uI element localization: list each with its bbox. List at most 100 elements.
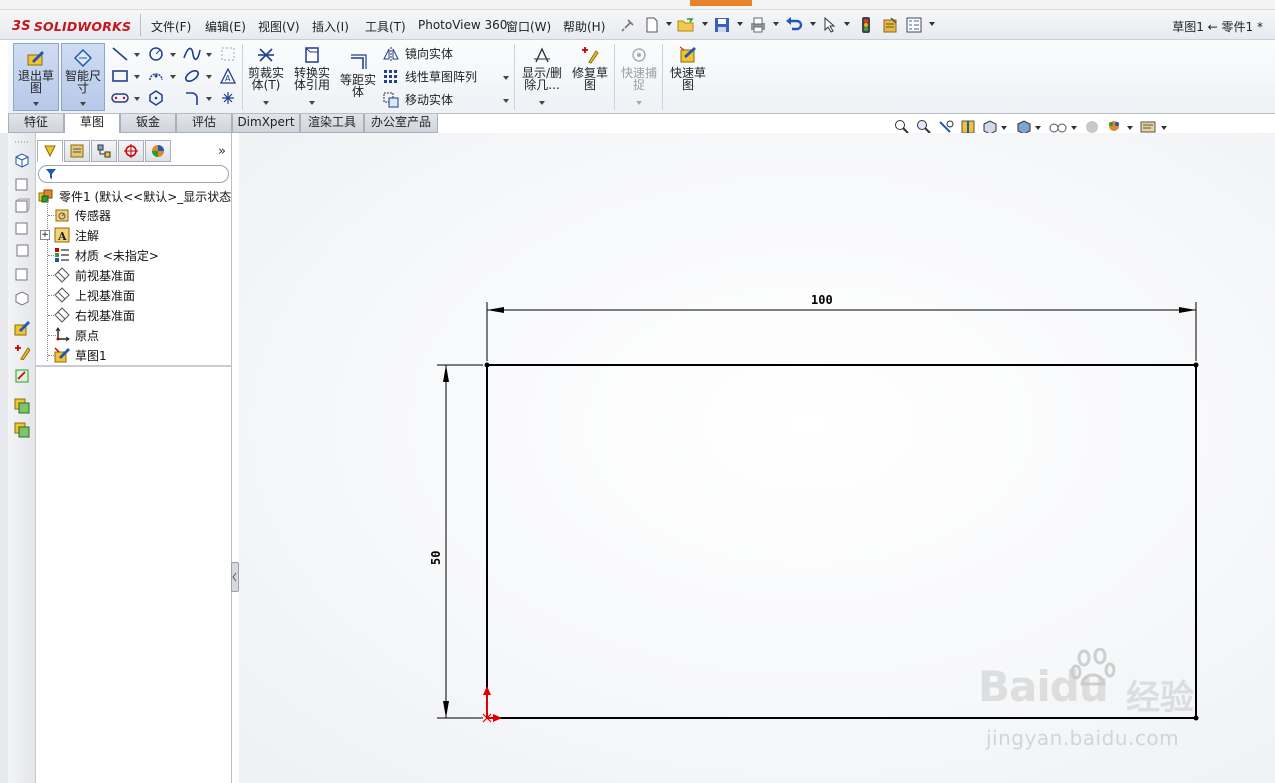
exit-sketch-button[interactable]: 退出草图 xyxy=(13,43,59,111)
traffic-light-icon[interactable] xyxy=(856,15,876,35)
tab-sheet-metal[interactable]: 钣金 xyxy=(120,114,176,133)
file-properties-icon[interactable] xyxy=(880,15,900,35)
sketch-rectangle[interactable] xyxy=(484,362,1199,721)
tab-office-products[interactable]: 办公室产品 xyxy=(364,114,438,133)
new-document-icon[interactable] xyxy=(642,15,662,35)
rapid-sketch-button[interactable]: 快速草图 xyxy=(666,45,710,91)
right-view-icon[interactable] xyxy=(12,219,32,237)
tree-item-front-plane[interactable]: 前视基准面 xyxy=(54,266,135,284)
move-entities-button[interactable]: 移动实体 xyxy=(382,91,453,108)
grip-handle[interactable] xyxy=(12,139,32,145)
tab-render-tools[interactable]: 渲染工具 xyxy=(300,114,364,133)
offset-entities-button[interactable]: 等距实体 xyxy=(337,52,379,98)
tab-dimxpert[interactable]: DimXpert xyxy=(232,114,300,133)
construction-box-icon[interactable] xyxy=(218,44,238,64)
expand-tabs-icon[interactable]: » xyxy=(218,144,226,159)
pin-icon[interactable] xyxy=(618,15,638,35)
menu-view[interactable]: 视图(V) xyxy=(258,18,300,35)
point-icon[interactable] xyxy=(218,88,238,108)
text-icon[interactable]: A xyxy=(218,66,238,86)
tree-item-sensors[interactable]: 传感器 xyxy=(54,206,111,224)
spline-icon[interactable] xyxy=(182,44,202,64)
line-icon[interactable] xyxy=(110,44,130,64)
sketch-canvas[interactable] xyxy=(239,133,1275,783)
display-delete-label: 显示/删除几... xyxy=(521,66,563,92)
panel-splitter-handle[interactable] xyxy=(231,562,239,592)
tree-item-material[interactable]: 材质 <未指定> xyxy=(54,246,159,264)
sketch-point[interactable] xyxy=(1193,715,1199,721)
front-view-icon[interactable] xyxy=(12,175,32,193)
smart-dimension-button[interactable]: 智能尺寸 xyxy=(61,43,105,111)
quick-snaps-button[interactable]: 快速捕捉 xyxy=(618,45,660,91)
offset-label: 等距实体 xyxy=(339,73,376,99)
tree-item-top-plane[interactable]: 上视基准面 xyxy=(54,286,135,304)
layer-tool-2-icon[interactable] xyxy=(12,421,32,439)
dimension-value-vertical[interactable]: 50 xyxy=(429,551,443,565)
repair-tool-icon[interactable] xyxy=(12,343,32,361)
mirror-entities-button[interactable]: 镜向实体 xyxy=(382,45,453,62)
open-folder-icon[interactable] xyxy=(676,15,696,35)
bottom-view-icon[interactable] xyxy=(12,265,32,283)
print-icon[interactable] xyxy=(748,15,768,35)
menu-window[interactable]: 窗口(W) xyxy=(506,18,551,35)
menu-insert[interactable]: 插入(I) xyxy=(312,18,349,35)
display-delete-relations-button[interactable]: 显示/删除几... xyxy=(519,45,565,91)
tree-item-right-plane[interactable]: 右视基准面 xyxy=(54,306,135,324)
tab-sketch[interactable]: 草图 xyxy=(64,114,120,133)
tree-item-origin[interactable]: 原点 xyxy=(54,326,99,344)
tree-item-label: 原点 xyxy=(75,328,100,343)
layer-tool-icon[interactable] xyxy=(12,397,32,415)
menu-file[interactable]: 文件(F) xyxy=(151,18,191,35)
arc-icon[interactable] xyxy=(146,66,166,86)
tree-root-part[interactable]: 零件1 (默认<<默认>_显示状态 xyxy=(38,187,231,205)
menu-bar: 3S SOLIDWORKS 文件(F) 编辑(E) 视图(V) 插入(I) 工具… xyxy=(0,10,1275,40)
relations-tool-icon[interactable] xyxy=(12,367,32,385)
menu-photoview[interactable]: PhotoView 360 xyxy=(418,18,507,32)
tab-evaluate[interactable]: 评估 xyxy=(176,114,232,133)
dimxpertmanager-tab-icon[interactable] xyxy=(118,140,144,162)
document-title: 草图1 ← 零件1 * xyxy=(1172,20,1263,34)
solidworks-logo[interactable]: 3S SOLIDWORKS xyxy=(12,17,131,35)
trim-icon xyxy=(255,45,277,65)
horizontal-dimension[interactable] xyxy=(486,302,1197,361)
rectangle-icon[interactable] xyxy=(110,66,130,86)
propertymanager-tab-icon[interactable] xyxy=(64,140,90,162)
vertical-dimension[interactable] xyxy=(437,364,483,719)
sketch-point[interactable] xyxy=(1193,362,1199,368)
menu-help[interactable]: 帮助(H) xyxy=(563,18,605,35)
expand-toggle-icon[interactable]: + xyxy=(40,230,50,240)
menu-tools[interactable]: 工具(T) xyxy=(365,18,406,35)
tab-features[interactable]: 特征 xyxy=(8,114,64,133)
sketch-point[interactable] xyxy=(484,362,490,368)
repair-sketch-button[interactable]: 修复草图 xyxy=(568,45,612,91)
left-view-icon[interactable] xyxy=(12,241,32,259)
options-icon[interactable] xyxy=(904,15,924,35)
slot-icon[interactable] xyxy=(110,88,130,108)
tree-item-sketch1[interactable]: 草图1 xyxy=(54,346,107,364)
select-arrow-icon[interactable] xyxy=(820,15,840,35)
save-icon[interactable] xyxy=(712,15,732,35)
displaymanager-tab-icon[interactable] xyxy=(145,140,171,162)
featuremanager-tab-icon[interactable] xyxy=(37,140,63,162)
menu-edit[interactable]: 编辑(E) xyxy=(205,18,246,35)
graphics-area[interactable]: 100 50 xyxy=(239,133,1275,783)
undo-icon[interactable] xyxy=(784,15,804,35)
configurationmanager-tab-icon[interactable] xyxy=(91,140,117,162)
fillet-icon[interactable] xyxy=(182,88,202,108)
convert-entities-button[interactable]: 转换实体引用 xyxy=(290,45,334,91)
trim-entities-button[interactable]: 剪裁实体(T) xyxy=(245,45,287,91)
sketch-origin-icon[interactable] xyxy=(482,686,502,723)
tree-item-annotations[interactable]: + A 注解 xyxy=(40,226,99,244)
ds-logo-icon: 3S xyxy=(12,18,31,34)
dimension-value-horizontal[interactable]: 100 xyxy=(811,293,833,307)
circle-icon[interactable] xyxy=(146,44,166,64)
sketch-tool-icon[interactable] xyxy=(12,319,32,337)
polygon-icon[interactable] xyxy=(146,88,166,108)
ellipse-icon[interactable] xyxy=(182,66,202,86)
top-view-icon[interactable] xyxy=(12,197,32,215)
tree-filter-input[interactable] xyxy=(38,165,229,183)
rapid-sketch-icon xyxy=(677,45,699,65)
isometric-view-icon[interactable] xyxy=(12,151,32,169)
back-view-icon[interactable] xyxy=(12,289,32,307)
linear-pattern-button[interactable]: 线性草图阵列 xyxy=(382,68,477,85)
